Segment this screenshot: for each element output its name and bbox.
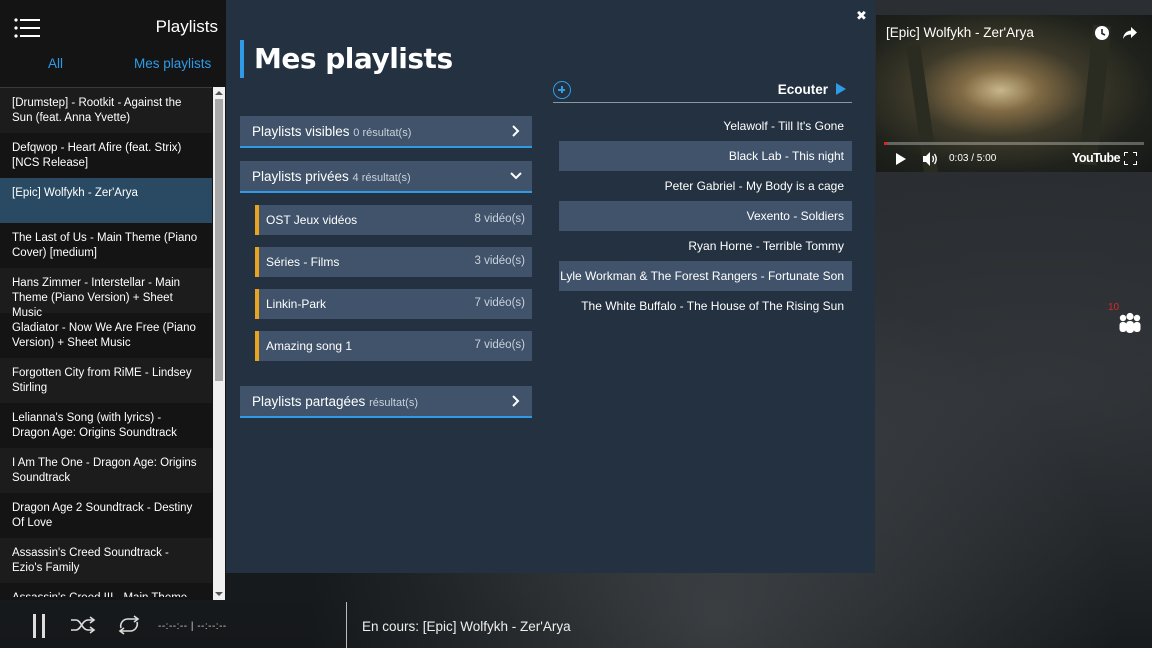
pause-icon[interactable] (33, 614, 45, 638)
playlist-item[interactable]: Séries - Films 3 vidéo(s) (255, 247, 532, 277)
share-icon[interactable] (1122, 25, 1138, 41)
list-item[interactable]: Hans Zimmer - Interstellar - Main Theme … (0, 268, 212, 319)
player-time: --:--:-- | --:--:-- (158, 621, 227, 632)
now-playing: En cours: [Epic] Wolfykh - Zer'Arya (362, 619, 571, 634)
sidebar-scrollbar[interactable] (213, 87, 225, 600)
sidebar-header: Playlists All Mes playlists (0, 0, 226, 86)
group-label: Playlists privées (252, 169, 349, 184)
video-title[interactable]: [Epic] Wolfykh - Zer'Arya (886, 25, 1034, 40)
video-controls: 0:03 / 5:00 YouTube (876, 149, 1152, 169)
close-icon[interactable]: ✖ (856, 8, 867, 24)
my-playlists-panel: Mes playlists Playlists visibles 0 résul… (226, 0, 875, 573)
page-title: Mes playlists (254, 42, 453, 75)
playlist-item[interactable]: Amazing song 1 7 vidéo(s) (255, 331, 532, 361)
group-count: 4 résultat(s) (352, 172, 411, 184)
watch-later-icon[interactable] (1094, 25, 1110, 41)
sidebar-title: Playlists (155, 17, 218, 36)
playlist-item[interactable]: OST Jeux vidéos 8 vidéo(s) (255, 205, 532, 235)
track-item[interactable]: Vexento - Soldiers (559, 201, 852, 231)
group-count: 0 résultat(s) (353, 127, 412, 139)
youtube-logo[interactable]: YouTube (1072, 151, 1121, 165)
list-item[interactable]: [Drumstep] - Rootkit - Against the Sun (… (0, 88, 212, 133)
track-item[interactable]: Yelawolf - Till It's Gone (559, 111, 852, 141)
scroll-down-icon[interactable] (215, 592, 223, 596)
play-icon (836, 83, 846, 95)
volume-icon[interactable] (923, 152, 939, 166)
track-item[interactable]: The White Buffalo - The House of The Ris… (559, 291, 852, 321)
playlist-count: 8 vidéo(s) (474, 213, 526, 225)
playlist-count: 7 vidéo(s) (474, 297, 526, 309)
bottom-player: --:--:-- | --:--:-- En cours: [Epic] Wol… (0, 600, 1152, 648)
video-player[interactable]: [Epic] Wolfykh - Zer'Arya 0:03 / 5:00 Yo… (876, 15, 1152, 172)
playlist-count: 7 vidéo(s) (474, 339, 526, 351)
track-item[interactable]: Black Lab - This night (559, 141, 852, 171)
video-progress-fill (884, 142, 887, 145)
sidebar: Playlists All Mes playlists [Drumstep] -… (0, 0, 226, 600)
list-item[interactable]: Assassin's Creed Soundtrack - Ezio's Fam… (0, 538, 212, 583)
group-private-playlists[interactable]: Playlists privées 4 résultat(s) (240, 161, 532, 193)
add-icon[interactable] (553, 81, 571, 99)
list-item[interactable]: Defqwop - Heart Afire (feat. Strix) [NCS… (0, 133, 212, 178)
list-menu-icon[interactable] (14, 17, 40, 39)
listen-button[interactable]: Ecouter (778, 81, 846, 99)
list-item[interactable]: Forgotten City from RiME - Lindsey Stirl… (0, 358, 212, 403)
title-accent-bar (240, 40, 244, 78)
group-visible-playlists[interactable]: Playlists visibles 0 résultat(s) (240, 116, 532, 148)
sidebar-tabs: All Mes playlists (0, 56, 226, 76)
list-item[interactable]: Lelianna's Song (with lyrics) - Dragon A… (0, 403, 212, 448)
list-item[interactable]: I Am The One - Dragon Age: Origins Sound… (0, 448, 212, 493)
chevron-down-icon (510, 172, 522, 180)
shuffle-icon[interactable] (70, 616, 96, 634)
chevron-right-icon (512, 395, 520, 407)
group-users-icon (1119, 312, 1141, 333)
listen-label: Ecouter (777, 82, 828, 97)
chevron-right-icon (512, 125, 520, 137)
tab-mes-playlists[interactable]: Mes playlists (134, 56, 211, 71)
video-progress-bar[interactable] (884, 142, 1144, 145)
playlist-count: 3 vidéo(s) (474, 255, 526, 267)
tab-all[interactable]: All (48, 56, 63, 71)
track-item[interactable]: Peter Gabriel - My Body is a cage (559, 171, 852, 201)
sidebar-track-list: [Drumstep] - Rootkit - Against the Sun (… (0, 87, 212, 597)
divider (346, 602, 347, 648)
playlist-name: OST Jeux vidéos (266, 213, 358, 227)
playlist-item[interactable]: Linkin-Park 7 vidéo(s) (255, 289, 532, 319)
divider (553, 102, 852, 103)
group-shared-playlists[interactable]: Playlists partagées résultat(s) (240, 386, 532, 418)
list-item-active[interactable]: [Epic] Wolfykh - Zer'Arya (0, 178, 212, 223)
scrollbar-thumb[interactable] (215, 99, 223, 381)
list-item[interactable]: The Last of Us - Main Theme (Piano Cover… (0, 223, 212, 268)
list-item[interactable]: Assassin's Creed III - Main Theme (0, 583, 212, 597)
track-item[interactable]: Lyle Workman & The Forest Rangers - Fort… (559, 261, 852, 291)
video-time: 0:03 / 5:00 (949, 153, 997, 164)
play-icon[interactable] (896, 153, 906, 165)
fullscreen-icon[interactable] (1124, 152, 1137, 165)
playlist-name: Linkin-Park (266, 297, 327, 311)
group-label: Playlists visibles (252, 124, 350, 139)
scroll-up-icon[interactable] (215, 91, 223, 95)
playlist-name: Séries - Films (266, 255, 340, 269)
group-label: Playlists partagées (252, 394, 366, 409)
group-count: résultat(s) (369, 397, 418, 409)
repeat-icon[interactable] (116, 615, 142, 635)
playlist-name: Amazing song 1 (266, 339, 353, 353)
track-item[interactable]: Ryan Horne - Terrible Tommy (559, 231, 852, 261)
list-item[interactable]: Dragon Age 2 Soundtrack - Destiny Of Lov… (0, 493, 212, 538)
